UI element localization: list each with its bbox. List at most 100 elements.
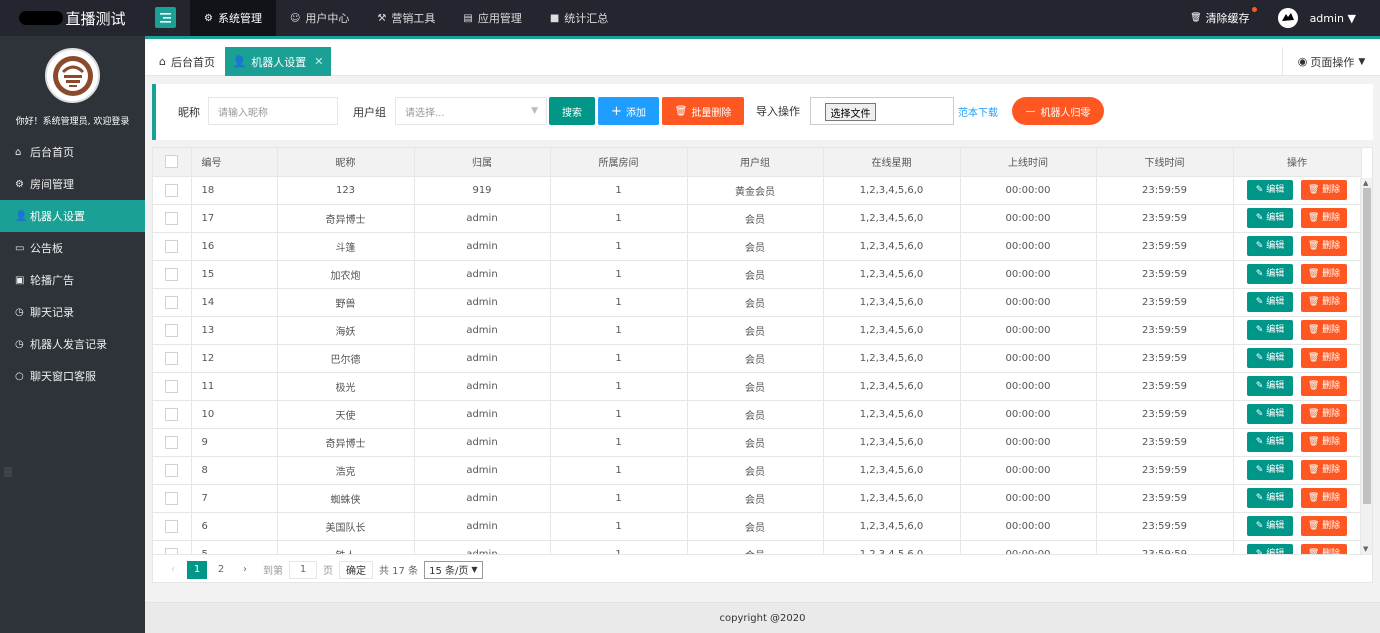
add-label: 添加 [625, 107, 646, 119]
delete-button[interactable]: 🗑 删除 [1301, 376, 1347, 396]
page-ops-button[interactable]: ◉ 页面操作 ▼ [1282, 47, 1380, 76]
delete-button[interactable]: 🗑 删除 [1301, 516, 1347, 536]
edit-label: 编辑 [1266, 521, 1285, 531]
nav-item-label: 用户中心 [305, 12, 350, 25]
edit-label: 编辑 [1266, 325, 1285, 335]
table-cell: 会员 [687, 512, 824, 541]
row-actions: ✎ 编辑 🗑 删除 [1233, 428, 1362, 457]
admin-menu[interactable]: admin ▼ [1310, 12, 1356, 25]
delete-button[interactable]: 🗑 删除 [1301, 432, 1347, 452]
delete-button[interactable]: 🗑 删除 [1301, 320, 1347, 340]
tab-robot-settings[interactable]: 👤 机器人设置 ✕ [225, 47, 331, 76]
sidebar-item-0[interactable]: ⌂ 后台首页 [0, 136, 145, 168]
avatar[interactable] [1277, 8, 1298, 28]
nav-item-1[interactable]: ☺ 用户中心 [276, 0, 363, 36]
choose-file-button[interactable]: 选择文件 [825, 103, 876, 121]
pencil-icon: ✎ [1255, 353, 1267, 363]
row-checkbox[interactable] [153, 456, 192, 485]
page-number[interactable]: 2 [211, 561, 231, 579]
nav-item-2[interactable]: ⚒ 营销工具 [363, 0, 449, 36]
select-all-checkbox[interactable] [153, 148, 192, 177]
delete-button[interactable]: 🗑 删除 [1301, 264, 1347, 284]
edit-button[interactable]: ✎ 编辑 [1247, 236, 1293, 256]
delete-button[interactable]: 🗑 删除 [1301, 292, 1347, 312]
prev-page-icon[interactable]: ‹ [163, 561, 183, 579]
row-checkbox[interactable] [153, 288, 192, 317]
delete-button[interactable]: 🗑 删除 [1301, 208, 1347, 228]
trash-icon: 🗑 [674, 105, 688, 117]
delete-button[interactable]: 🗑 删除 [1301, 180, 1347, 200]
table-cell: 1 [550, 232, 688, 261]
sidebar-item-6[interactable]: ◷ 机器人发言记录 [0, 328, 145, 360]
nav-item-3[interactable]: ▤ 应用管理 [449, 0, 535, 36]
row-checkbox[interactable] [153, 316, 192, 345]
row-checkbox[interactable] [153, 512, 192, 541]
row-checkbox[interactable] [153, 344, 192, 373]
batch-delete-button[interactable]: 🗑 批量删除 [662, 97, 744, 125]
table-cell: admin [414, 484, 551, 513]
edit-button[interactable]: ✎ 编辑 [1247, 320, 1293, 340]
edit-button[interactable]: ✎ 编辑 [1247, 516, 1293, 536]
delete-button[interactable]: 🗑 删除 [1301, 236, 1347, 256]
edit-button[interactable]: ✎ 编辑 [1247, 180, 1293, 200]
row-checkbox[interactable] [153, 400, 192, 429]
sidebar-item-3[interactable]: ▭ 公告板 [0, 232, 145, 264]
row-checkbox[interactable] [153, 176, 192, 205]
delete-button[interactable]: 🗑 删除 [1301, 348, 1347, 368]
delete-button[interactable]: 🗑 删除 [1301, 404, 1347, 424]
menu-toggle-icon[interactable] [155, 7, 176, 28]
sidebar-collapse-handle[interactable] [4, 467, 12, 477]
row-checkbox[interactable] [153, 204, 192, 233]
robot-reset-button[interactable]: — 机器人归零 [1012, 97, 1104, 125]
sidebar-item-2[interactable]: 👤 机器人设置 [0, 200, 145, 232]
goto-confirm-button[interactable]: 确定 [339, 560, 373, 579]
edit-button[interactable]: ✎ 编辑 [1247, 432, 1293, 452]
edit-button[interactable]: ✎ 编辑 [1247, 348, 1293, 368]
row-checkbox[interactable] [153, 484, 192, 513]
row-checkbox[interactable] [153, 428, 192, 457]
next-page-icon[interactable]: › [235, 561, 255, 579]
edit-button[interactable]: ✎ 编辑 [1247, 376, 1293, 396]
edit-button[interactable]: ✎ 编辑 [1247, 488, 1293, 508]
edit-button[interactable]: ✎ 编辑 [1247, 404, 1293, 424]
delete-label: 删除 [1322, 465, 1341, 475]
delete-button[interactable]: 🗑 删除 [1301, 488, 1347, 508]
scroll-down-icon[interactable]: ▼ [1363, 545, 1368, 553]
edit-button[interactable]: ✎ 编辑 [1247, 292, 1293, 312]
sidebar-item-7[interactable]: ○ 聊天窗口客服 [0, 360, 145, 392]
template-download-link[interactable]: 范本下载 [958, 104, 998, 119]
table-cell: 会员 [687, 428, 824, 457]
add-button[interactable]: + 添加 [598, 97, 659, 125]
clear-cache-button[interactable]: 🗑 清除缓存 [1190, 7, 1257, 26]
sidebar-item-5[interactable]: ◷ 聊天记录 [0, 296, 145, 328]
row-checkbox[interactable] [153, 260, 192, 289]
table-cell: 1 [550, 204, 688, 233]
page-number[interactable]: 1 [187, 560, 207, 579]
column-header: 上线时间 [960, 148, 1097, 177]
sidebar-item-4[interactable]: ▣ 轮播广告 [0, 264, 145, 296]
edit-button[interactable]: ✎ 编辑 [1247, 264, 1293, 284]
nickname-input[interactable]: 请输入昵称 [208, 97, 338, 125]
goto-page-input[interactable]: 1 [289, 560, 317, 579]
table-scrollbar[interactable]: ▲ ▼ [1360, 178, 1372, 554]
table-cell: 会员 [687, 456, 824, 485]
nav-item-0[interactable]: ⚙ 系统管理 [190, 0, 276, 36]
scroll-up-icon[interactable]: ▲ [1363, 179, 1368, 187]
search-button[interactable]: 搜索 [549, 97, 595, 125]
tab-home[interactable]: ⌂ 后台首页 [153, 47, 221, 76]
scroll-thumb[interactable] [1363, 188, 1371, 504]
group-select[interactable]: 请选择... ▼ [395, 97, 547, 125]
page-size-select[interactable]: 15 条/页 ▼ [424, 560, 483, 579]
row-actions: ✎ 编辑 🗑 删除 [1233, 344, 1362, 373]
row-checkbox[interactable] [153, 232, 192, 261]
row-checkbox[interactable] [153, 372, 192, 401]
sidebar-item-1[interactable]: ⚙ 房间管理 [0, 168, 145, 200]
edit-button[interactable]: ✎ 编辑 [1247, 460, 1293, 480]
brand[interactable]: 直播测试 [0, 0, 145, 36]
close-icon[interactable]: ✕ [314, 55, 323, 68]
edit-button[interactable]: ✎ 编辑 [1247, 208, 1293, 228]
table-cell: 00:00:00 [960, 456, 1097, 485]
nav-item-4[interactable]: ■ 统计汇总 [536, 0, 622, 36]
edit-label: 编辑 [1266, 353, 1285, 363]
delete-button[interactable]: 🗑 删除 [1301, 460, 1347, 480]
